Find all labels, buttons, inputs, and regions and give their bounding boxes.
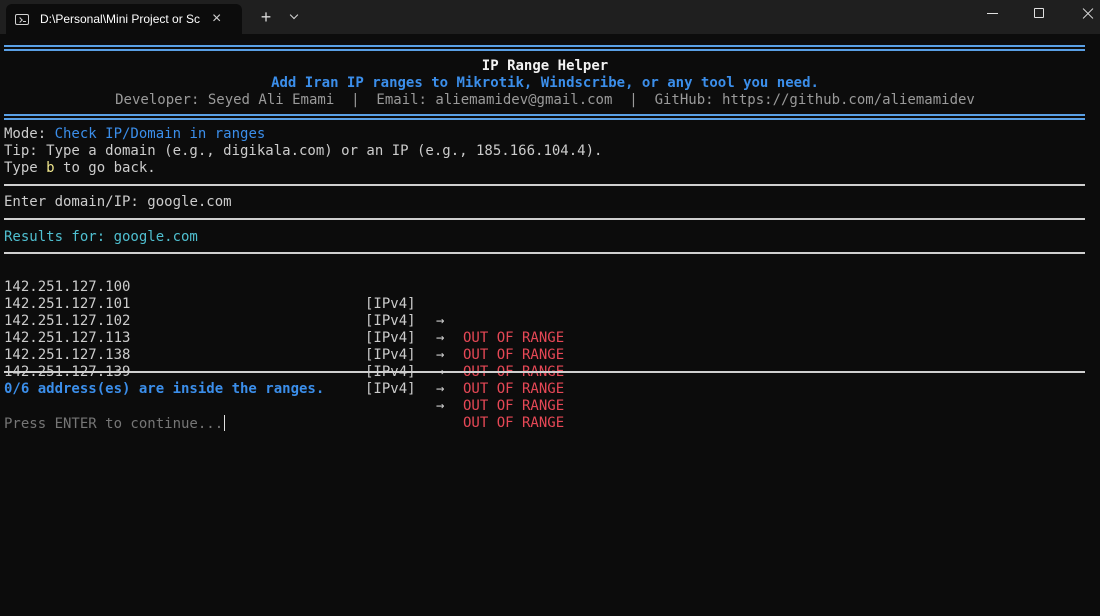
results-label: Results for: <box>4 229 114 245</box>
ip-type: [IPv4] <box>365 381 416 397</box>
result-row: 142.251.127.113 [IPv4] → OUT OF RANGE <box>4 313 704 397</box>
minimize-icon[interactable] <box>987 13 998 14</box>
window-close-icon[interactable] <box>1076 3 1098 25</box>
result-row: 142.251.127.101 [IPv4] → OUT OF RANGE <box>4 279 704 363</box>
range-status: OUT OF RANGE <box>463 398 565 414</box>
back-key: b <box>46 160 55 176</box>
range-status: OUT OF RANGE <box>463 381 565 397</box>
mode-line: Mode: Check IP/Domain in ranges <box>4 126 265 143</box>
header-double-rule-bottom <box>4 114 1085 120</box>
app-title: IP Range Helper <box>481 58 609 74</box>
text-cursor <box>224 415 226 431</box>
tip-line: Tip: Type a domain (e.g., digikala.com) … <box>4 143 603 159</box>
divider <box>4 371 1085 373</box>
maximize-icon[interactable] <box>1034 8 1044 18</box>
results-header: Results for: google.com <box>4 229 198 246</box>
terminal-icon <box>15 13 29 25</box>
back-hint-suffix: to go back. <box>54 160 156 176</box>
close-icon[interactable]: × <box>212 11 221 27</box>
back-hint-prefix: Type <box>4 160 47 176</box>
chevron-down-icon[interactable] <box>285 6 303 28</box>
continue-prompt[interactable]: Press ENTER to continue... <box>4 415 226 432</box>
divider <box>4 184 1085 186</box>
divider <box>4 218 1085 220</box>
arrow-icon: → <box>436 398 445 414</box>
developer-credits: Developer: Seyed Ali Emami | Email: alie… <box>115 92 975 108</box>
continue-text: Press ENTER to continue... <box>4 416 224 432</box>
header-double-rule <box>4 45 1085 51</box>
terminal-tab[interactable]: D:\Personal\Mini Project or Sc × <box>6 4 242 34</box>
divider <box>4 252 1085 254</box>
prompt-label: Enter domain/IP: <box>4 194 148 210</box>
arrow-icon: → <box>436 381 445 397</box>
back-hint: Type b to go back. <box>4 160 156 177</box>
range-status: OUT OF RANGE <box>463 415 565 431</box>
results-summary: 0/6 address(es) are inside the ranges. <box>4 381 325 397</box>
result-row: 142.251.127.102 [IPv4] → OUT OF RANGE <box>4 296 704 380</box>
mode-label: Mode: <box>4 126 55 142</box>
result-row: 142.251.127.100 [IPv4] → OUT OF RANGE <box>4 262 704 346</box>
mode-value: Check IP/Domain in ranges <box>54 126 266 142</box>
result-row: 142.251.127.139 [IPv4] → OUT OF RANGE <box>4 347 704 431</box>
plus-icon[interactable]: + <box>256 6 276 28</box>
domain-prompt: Enter domain/IP: google.com <box>4 194 232 211</box>
tab-title: D:\Personal\Mini Project or Sc <box>40 12 201 26</box>
title-bar: D:\Personal\Mini Project or Sc × + <box>0 0 1100 34</box>
app-subtitle: Add Iran IP ranges to Mikrotik, Windscri… <box>271 75 819 91</box>
results-query: google.com <box>113 229 198 245</box>
prompt-input-value: google.com <box>147 194 232 210</box>
result-row: 142.251.127.138 [IPv4] → OUT OF RANGE <box>4 330 704 414</box>
